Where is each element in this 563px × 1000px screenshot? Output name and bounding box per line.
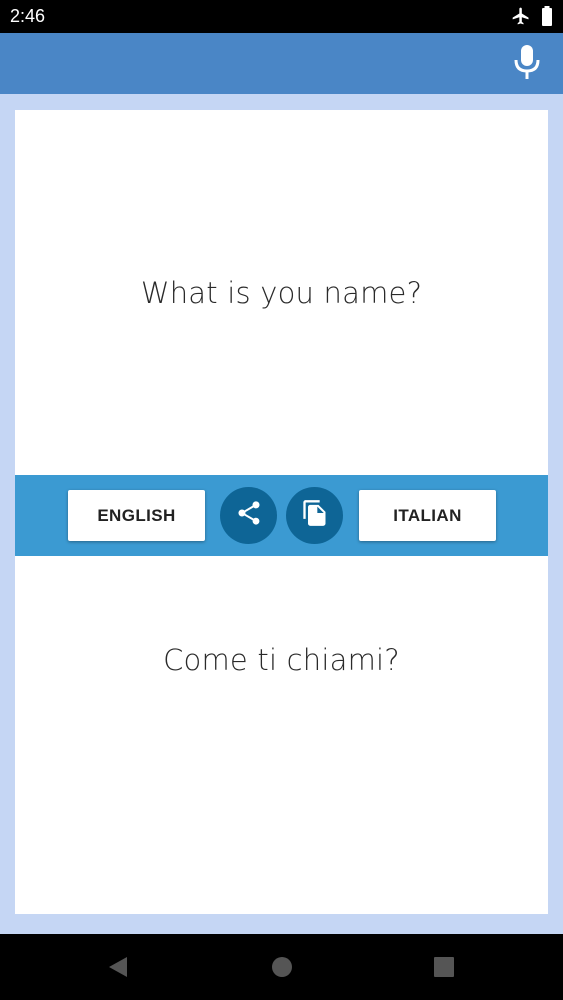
microphone-icon [513, 44, 541, 85]
back-icon[interactable] [107, 955, 129, 984]
copy-icon [301, 499, 329, 532]
airplane-mode-icon [511, 6, 531, 31]
battery-icon [541, 6, 553, 31]
microphone-button[interactable] [509, 44, 545, 85]
share-button[interactable] [220, 487, 277, 544]
status-icons [511, 6, 553, 31]
source-text-panel[interactable]: What is you name? [15, 110, 548, 475]
source-language-button[interactable]: ENGLISH [68, 490, 205, 541]
copy-button[interactable] [286, 487, 343, 544]
translation-toolbar: ENGLISH ITALIAN [15, 475, 548, 556]
status-time: 2:46 [10, 6, 46, 26]
source-text: What is you name? [140, 276, 423, 310]
status-bar: 2:46 [0, 0, 563, 33]
target-language-button[interactable]: ITALIAN [359, 490, 496, 541]
recents-icon[interactable] [433, 955, 455, 984]
navigation-bar [0, 934, 563, 1000]
app-bar [0, 33, 563, 94]
share-icon [235, 499, 263, 532]
translated-text: Come ti chiami? [163, 643, 400, 677]
translated-text-panel: Come ti chiami? [15, 556, 548, 914]
home-icon[interactable] [271, 955, 293, 984]
